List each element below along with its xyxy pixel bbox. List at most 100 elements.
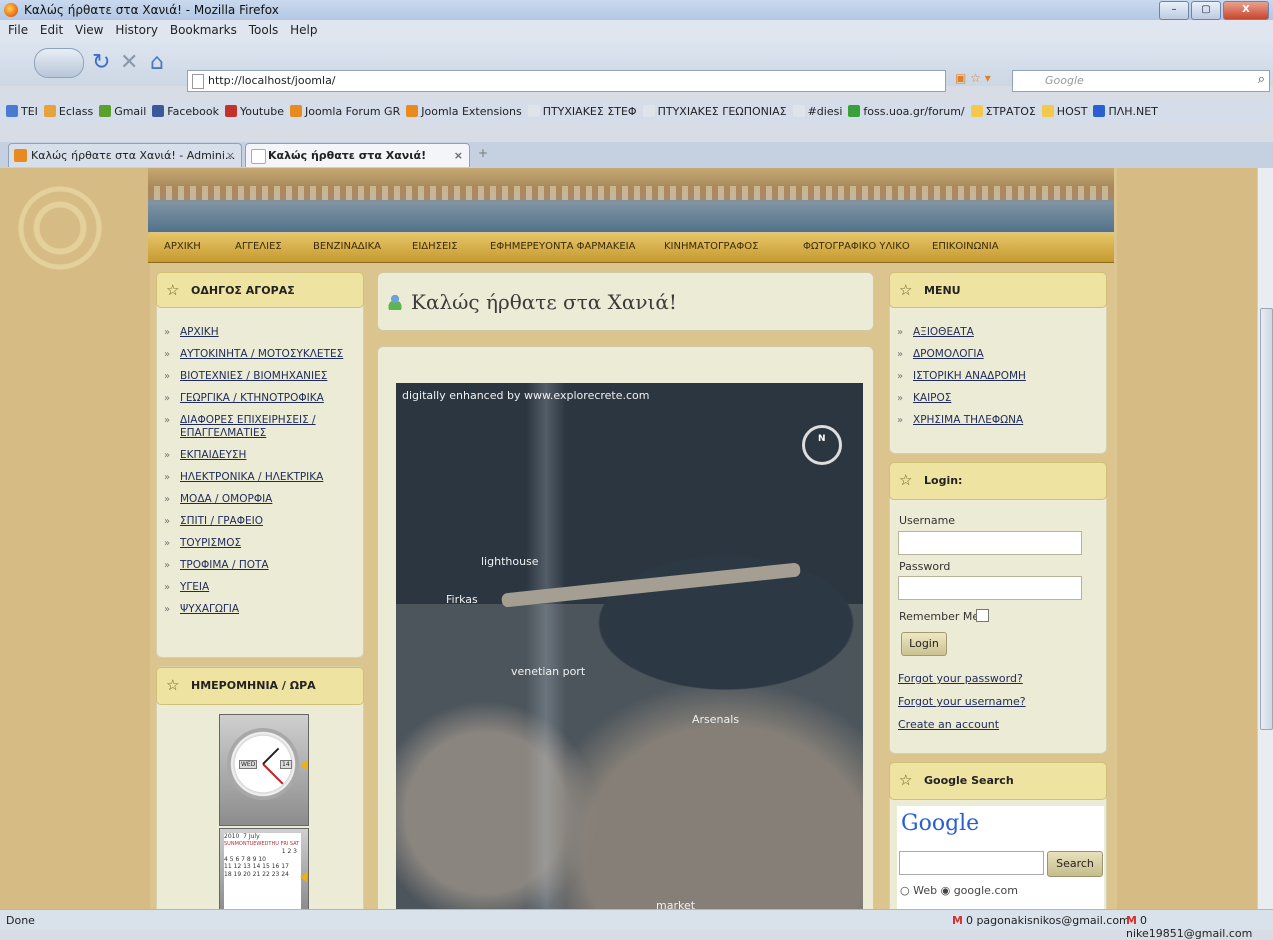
bookmark-label: Joomla Forum GR: [304, 105, 401, 118]
login-button[interactable]: Login: [901, 632, 947, 656]
header-image: [148, 168, 1114, 232]
right-menu-item[interactable]: » ΧΡΗΣΙΜΑ ΤΗΛΕΦΩΝΑ: [897, 414, 1097, 427]
market-guide-item-label: ΑΡΧΙΚΗ: [180, 326, 219, 338]
radio-site[interactable]: ◉: [941, 884, 951, 897]
right-menu-item[interactable]: » ΔΡΟΜΟΛΟΓΙΑ: [897, 348, 1097, 361]
close-tab-icon[interactable]: ×: [226, 144, 235, 167]
market-guide-item[interactable]: » ΑΡΧΙΚΗ: [164, 326, 354, 339]
tab-welcome[interactable]: Καλώς ήρθατε στα Χανιά! ×: [245, 143, 470, 167]
bookmark-item[interactable]: foss.uoa.gr/forum/: [848, 105, 965, 118]
market-guide-title: ΟΔΗΓΟΣ ΑΓΟΡΑΣ: [191, 284, 295, 297]
market-guide-item[interactable]: » ΑΥΤΟΚΙΝΗΤΑ / ΜΟΤΟΣΥΚΛΕΤΕΣ: [164, 348, 354, 361]
menu-tools[interactable]: Tools: [249, 23, 279, 37]
new-tab-icon[interactable]: +: [478, 146, 488, 160]
market-guide-item[interactable]: » ΤΟΥΡΙΣΜΟΣ: [164, 537, 354, 550]
radio-web[interactable]: ○: [900, 884, 910, 897]
market-guide-item[interactable]: » ΜΟΔΑ / ΟΜΟΡΦΙΑ: [164, 493, 354, 506]
star-icon: ☆: [899, 771, 913, 789]
status-bar: Done M0 pagonakisnikos@gmail.com M0 nike…: [0, 909, 1273, 940]
bullet-icon: »: [897, 415, 904, 426]
rss-star-icons[interactable]: ▣ ☆ ▾: [955, 71, 991, 85]
bookmark-item[interactable]: Eclass: [43, 105, 94, 118]
bookmark-item[interactable]: Joomla Extensions: [406, 105, 522, 118]
remember-me-checkbox[interactable]: [976, 609, 989, 622]
topnav-photos[interactable]: ΦΩΤΟΓΡΑΦΙΚΟ ΥΛΙΚΟ: [803, 241, 910, 252]
bookmark-item[interactable]: #diesi: [792, 105, 842, 118]
search-bar[interactable]: Google ⌕: [1012, 70, 1270, 92]
url-text[interactable]: http://localhost/joomla/: [208, 74, 336, 87]
topnav-cinema[interactable]: ΚΙΝΗΜΑΤΟΓΡΑΦΟΣ: [664, 241, 758, 252]
topnav-ads[interactable]: ΑΓΓΕΛΙΕΣ: [235, 241, 282, 252]
magnifier-icon[interactable]: ⌕: [1258, 72, 1265, 87]
bookmark-item[interactable]: Facebook: [152, 105, 219, 118]
close-button[interactable]: X: [1223, 1, 1269, 20]
topnav-pharmacies[interactable]: ΕΦΗΜΕΡΕΥΟΝΤΑ ΦΑΡΜΑΚΕΙΑ: [490, 241, 635, 252]
map-label-lighthouse: lighthouse: [481, 555, 539, 568]
bookmark-label: Eclass: [58, 105, 94, 118]
market-guide-item[interactable]: » ΤΡΟΦΙΜΑ / ΠΟΤΑ: [164, 559, 354, 572]
menu-history[interactable]: History: [115, 23, 158, 37]
topnav-news[interactable]: ΕΙΔΗΣΕΙΣ: [412, 241, 458, 252]
right-menu-item[interactable]: » ΑΞΙΟΘΕΑΤΑ: [897, 326, 1097, 339]
map-label-venetian-port: venetian port: [511, 665, 586, 678]
bookmark-item[interactable]: Gmail: [99, 105, 146, 118]
google-search-input[interactable]: [899, 851, 1044, 875]
reload-icon[interactable]: ↻: [92, 50, 110, 75]
menu-edit[interactable]: Edit: [40, 23, 63, 37]
maximize-button[interactable]: ▢: [1191, 1, 1221, 20]
gmail-notifier-2[interactable]: M0 nike19851@gmail.com: [1126, 914, 1273, 940]
create-account-link[interactable]: Create an account: [898, 718, 999, 731]
bookmark-item[interactable]: ΣΤΡΑΤΟΣ: [970, 105, 1036, 118]
bookmark-item[interactable]: HOST: [1041, 105, 1087, 118]
market-guide-item-label: ΤΟΥΡΙΣΜΟΣ: [180, 537, 242, 549]
home-icon[interactable]: ⌂: [150, 50, 164, 75]
market-guide-item[interactable]: » ΓΕΩΡΓΙΚΑ / ΚΤΗΝΟΤΡΟΦΙΚΑ: [164, 392, 354, 405]
bookmark-item[interactable]: ΠΤΥΧΙΑΚΕΣ ΓΕΩΠΟΝΙΑΣ: [642, 105, 787, 118]
bullet-icon: »: [897, 327, 904, 338]
forgot-username-link[interactable]: Forgot your username?: [898, 695, 1026, 708]
market-guide-item[interactable]: » ΥΓΕΙΑ: [164, 581, 354, 594]
right-menu-item[interactable]: » ΚΑΙΡΟΣ: [897, 392, 1097, 405]
bookmark-item[interactable]: Joomla Forum GR: [289, 105, 401, 118]
forgot-password-link[interactable]: Forgot your password?: [898, 672, 1023, 685]
search-placeholder[interactable]: Google: [1045, 74, 1084, 87]
username-field[interactable]: [898, 531, 1082, 555]
stop-icon[interactable]: ✕: [120, 50, 138, 75]
address-bar[interactable]: http://localhost/joomla/: [187, 70, 946, 92]
close-tab-icon[interactable]: ×: [454, 144, 463, 167]
bookmark-item[interactable]: ΠΤΥΧΙΑΚΕΣ ΣΤΕΦ: [527, 105, 637, 118]
bookmark-item[interactable]: Youtube: [224, 105, 284, 118]
arrow-icon: [300, 760, 307, 770]
bookmark-item[interactable]: TEI: [6, 105, 38, 118]
bullet-icon: »: [164, 393, 171, 404]
page-icon: [192, 74, 204, 89]
topnav-gas[interactable]: ΒΕΝΖΙΝΑΔΙΚΑ: [313, 241, 381, 252]
menu-help[interactable]: Help: [290, 23, 317, 37]
google-search-button[interactable]: Search: [1047, 851, 1103, 877]
topnav-contact[interactable]: ΕΠΙΚΟΙΝΩΝΙΑ: [932, 241, 999, 252]
market-guide-item[interactable]: » ΨΥΧΑΓΩΓΙΑ: [164, 603, 354, 616]
market-guide-item[interactable]: » ΔΙΑΦΟΡΕΣ ΕΠΙΧΕΙΡΗΣΕΙΣ / ΕΠΑΓΓΕΛΜΑΤΙΕΣ: [164, 414, 354, 440]
market-guide-item[interactable]: » ΗΛΕΚΤΡΟΝΙΚΑ / ΗΛΕΚΤΡΙΚΑ: [164, 471, 354, 484]
bookmark-item[interactable]: ΠΛΗ.ΝΕΤ: [1093, 105, 1158, 118]
market-guide-item[interactable]: » ΒΙΟΤΕΧΝΙΕΣ / ΒΙΟΜΗΧΑΝΙΕΣ: [164, 370, 354, 383]
topnav-home[interactable]: ΑΡΧΙΚΗ: [164, 241, 201, 252]
menu-view[interactable]: View: [75, 23, 103, 37]
vertical-scrollbar[interactable]: [1257, 168, 1273, 909]
menu-file[interactable]: File: [8, 23, 28, 37]
minimize-button[interactable]: –: [1159, 1, 1189, 20]
market-guide-item[interactable]: » ΕΚΠΑΙΔΕΥΣΗ: [164, 449, 354, 462]
tab-admin[interactable]: Καλώς ήρθατε στα Χανιά! - Admini... ×: [8, 143, 242, 167]
bullet-icon: »: [897, 393, 904, 404]
right-menu-item[interactable]: » ΙΣΤΟΡΙΚΗ ΑΝΑΔΡΟΜΗ: [897, 370, 1097, 383]
star-icon: ☆: [899, 281, 913, 299]
gmail-notifier-1[interactable]: M0 pagonakisnikos@gmail.com: [952, 914, 1130, 927]
bookmark-icon: [970, 105, 983, 117]
market-guide-item[interactable]: » ΣΠΙΤΙ / ΓΡΑΦΕΙΟ: [164, 515, 354, 528]
menu-bookmarks[interactable]: Bookmarks: [170, 23, 237, 37]
password-field[interactable]: [898, 576, 1082, 600]
back-forward-buttons[interactable]: [34, 48, 84, 78]
bookmark-label: ΠΛΗ.ΝΕΤ: [1108, 105, 1158, 118]
scrollbar-thumb[interactable]: [1260, 308, 1273, 730]
bullet-icon: »: [164, 371, 171, 382]
